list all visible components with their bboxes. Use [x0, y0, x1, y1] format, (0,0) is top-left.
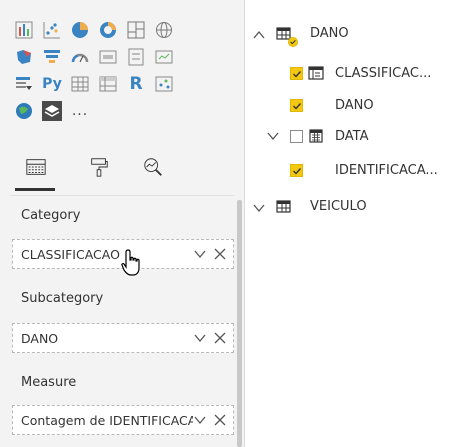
active-tab-indicator — [15, 188, 55, 191]
measure-value: Contagem de IDENTIFICACAO — [21, 413, 193, 428]
chevron-down-icon[interactable] — [193, 330, 207, 346]
close-icon[interactable] — [213, 412, 227, 428]
more-visuals-button[interactable]: ... — [70, 101, 90, 121]
field-data[interactable]: DATA — [335, 124, 369, 148]
donut-chart-icon[interactable] — [98, 20, 118, 40]
checkbox-dano[interactable] — [290, 99, 303, 112]
table-veiculo[interactable]: VEICULO — [310, 194, 367, 218]
subcategory-value: DANO — [21, 331, 59, 346]
chevron-up-icon[interactable] — [251, 27, 267, 43]
kpi-icon[interactable] — [154, 47, 174, 67]
field-dano[interactable]: DANO — [335, 93, 374, 117]
subcategory-well[interactable]: DANO — [12, 323, 234, 353]
card-icon[interactable] — [98, 47, 118, 67]
treemap-icon[interactable] — [126, 20, 146, 40]
checkbox-classificacao[interactable] — [290, 67, 303, 80]
pane-scrollbar[interactable] — [237, 200, 242, 447]
funnel-icon[interactable] — [42, 47, 62, 67]
pane-divider — [10, 195, 234, 196]
category-label: Category — [21, 208, 81, 223]
gauge-icon[interactable] — [70, 47, 90, 67]
checkbox-identificacao[interactable] — [290, 164, 303, 177]
map-icon[interactable] — [154, 20, 174, 40]
chevron-down-icon[interactable] — [265, 128, 281, 144]
measure-well[interactable]: Contagem de IDENTIFICACAO — [12, 405, 234, 435]
format-paint-roller-icon[interactable] — [86, 153, 112, 181]
chevron-down-icon[interactable] — [193, 246, 207, 262]
python-visual-icon[interactable]: Py — [42, 74, 62, 94]
fields-tab-icon[interactable] — [23, 153, 49, 181]
scatter-chart-icon[interactable] — [42, 20, 62, 40]
table-dano[interactable]: DANO — [310, 21, 349, 45]
multi-row-card-icon[interactable] — [126, 47, 146, 67]
filled-map-icon[interactable] — [14, 47, 34, 67]
field-identificacao[interactable]: IDENTIFICACA... — [335, 158, 438, 182]
visualizations-pane: Py R ... Category CLASSIFICACAO Subcateg… — [0, 0, 244, 447]
measure-label: Measure — [21, 375, 77, 390]
table-icon — [276, 199, 292, 215]
pie-chart-icon[interactable] — [70, 20, 90, 40]
close-icon[interactable] — [213, 330, 227, 346]
matrix-icon[interactable] — [98, 74, 118, 94]
chevron-down-icon[interactable] — [251, 200, 267, 216]
r-visual-icon[interactable]: R — [126, 74, 146, 94]
calendar-icon — [308, 128, 324, 144]
field-classificacao[interactable]: CLASSIFICAC... — [335, 61, 431, 85]
key-influencers-icon[interactable] — [154, 74, 174, 94]
arcgis-map-icon[interactable] — [14, 101, 34, 121]
checkbox-data[interactable] — [290, 130, 303, 143]
table-icon[interactable] — [70, 74, 90, 94]
table-selected-badge — [288, 37, 298, 47]
analytics-magnifier-icon[interactable] — [140, 153, 166, 181]
hand-cursor-icon — [121, 249, 140, 276]
slicer-icon[interactable] — [14, 74, 34, 94]
category-value: CLASSIFICACAO — [21, 247, 120, 262]
chevron-down-icon[interactable] — [193, 412, 207, 428]
custom-visual-icon[interactable] — [42, 101, 62, 121]
fields-pane: DANO CLASSIFICAC... DANO DATA IDENTIFICA… — [245, 0, 476, 447]
stacked-column-chart-icon[interactable] — [14, 20, 34, 40]
hierarchy-icon — [308, 65, 324, 81]
subcategory-label: Subcategory — [21, 291, 104, 306]
close-icon[interactable] — [213, 246, 227, 262]
